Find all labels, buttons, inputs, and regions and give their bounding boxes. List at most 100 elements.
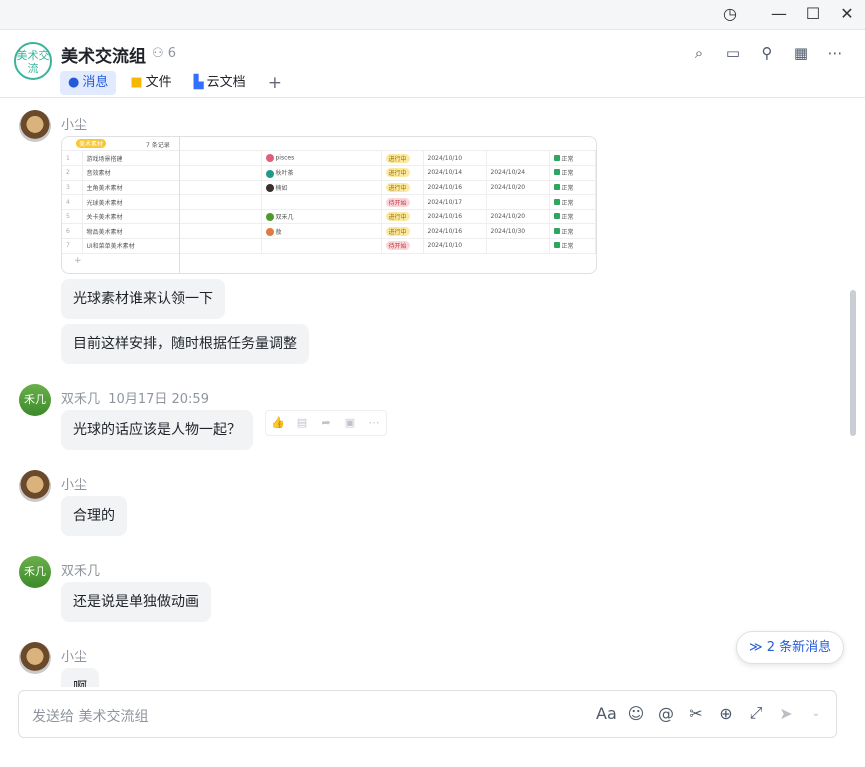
add-tab-button[interactable]: + <box>260 71 290 95</box>
owner-cell <box>261 194 382 210</box>
message-bubble[interactable]: 光球素材谁来认领一下 <box>61 279 225 319</box>
owner-name: 双禾几 <box>275 213 294 221</box>
avatar[interactable] <box>19 642 51 674</box>
end-date: 2024/10/24 <box>486 165 550 181</box>
owner-avatar <box>265 213 274 222</box>
tab-messages[interactable]: ● 消息 <box>60 71 117 95</box>
start-date: 2024/10/14 <box>423 165 487 181</box>
empty-cell <box>179 194 262 210</box>
scrollbar[interactable] <box>850 290 856 436</box>
more-icon[interactable]: ⋯ <box>825 44 845 64</box>
expand-icon[interactable]: ⤢ <box>746 703 766 723</box>
avatar[interactable]: 禾几 <box>19 384 51 416</box>
message-bubble[interactable]: 还是说是单独做动画 <box>61 582 211 622</box>
member-count[interactable]: ⚇ 6 <box>152 46 176 61</box>
end-date: 2024/10/20 <box>486 209 550 225</box>
flag-cell: 正常 <box>549 209 596 225</box>
more-actions-icon[interactable]: ⋯ <box>362 411 386 435</box>
avatar[interactable] <box>19 470 51 502</box>
table-row[interactable]: 4 光球美术素材 待开始 2024/10/17 正常 <box>62 194 596 210</box>
row-number: 3 <box>62 180 83 196</box>
status-badge: 待开始 <box>385 197 410 207</box>
message-bubble[interactable]: 啊 <box>61 668 99 687</box>
add-icon[interactable]: ⊕ <box>716 704 736 723</box>
task-name: 音效素材 <box>82 165 180 181</box>
forward-icon[interactable]: ➦ <box>314 411 338 435</box>
start-date: 2024/10/16 <box>423 209 487 225</box>
screenshot-icon[interactable]: ✂ <box>686 704 706 723</box>
owner-cell: 秋叶茶 <box>261 165 382 181</box>
start-date: 2024/10/17 <box>423 194 487 210</box>
like-icon[interactable]: 👍 <box>266 411 290 435</box>
avatar[interactable]: 禾几 <box>19 556 51 588</box>
row-number: 1 <box>62 151 83 167</box>
owner-cell <box>261 238 382 254</box>
owner-name: 敖 <box>275 228 282 236</box>
checkbox-icon <box>553 154 560 161</box>
group-avatar[interactable]: 美术交流 <box>14 42 52 80</box>
title-bar: ◷ — ☐ ✕ <box>0 0 865 30</box>
task-name: 游戏场景搭建 <box>82 151 180 167</box>
row-number: 7 <box>62 238 83 254</box>
message-bubble[interactable]: 合理的 <box>61 496 127 536</box>
history-icon[interactable]: ◷ <box>718 4 742 26</box>
task-name: 关卡美术素材 <box>82 209 180 225</box>
owner-cell: pisces <box>261 151 382 167</box>
start-date: 2024/10/10 <box>423 151 487 167</box>
add-member-icon[interactable]: ⚲ <box>757 44 777 64</box>
new-messages-button[interactable]: ≫ 2 条新消息 <box>736 631 845 664</box>
close-button[interactable]: ✕ <box>835 4 859 26</box>
send-options-chevron-icon[interactable]: ⌄ <box>806 708 826 719</box>
text-format-icon[interactable]: Aa <box>596 704 617 723</box>
start-date: 2024/10/16 <box>423 180 487 196</box>
end-date <box>486 238 550 254</box>
sender-name: 双禾几 <box>61 564 101 579</box>
owner-avatar <box>265 154 274 163</box>
pin-icon[interactable]: ▣ <box>338 411 362 435</box>
message-bubble[interactable]: 目前这样安排，随时根据任务量调整 <box>61 324 309 364</box>
message-composer[interactable]: 发送给 美术交流组 Aa ☺ @ ✂ ⊕ ⤢ ➤ ⌄ <box>18 690 837 738</box>
owner-avatar <box>265 228 274 237</box>
tab-cloud-docs[interactable]: ▙ 云文档 <box>186 71 254 95</box>
table-row[interactable]: 2 音效素材 秋叶茶 进行中 2024/10/14 2024/10/24 正常 <box>62 165 596 181</box>
status-badge: 进行中 <box>385 212 410 222</box>
calendar-icon[interactable]: ▦ <box>791 44 811 64</box>
maximize-button[interactable]: ☐ <box>801 4 825 26</box>
mention-icon[interactable]: @ <box>656 704 676 723</box>
tab-label: 文件 <box>145 75 172 90</box>
message-icon: ● <box>68 75 80 90</box>
status-cell: 进行中 <box>381 151 424 167</box>
bitable-card[interactable]: 美术素材 7 条记录 1 游戏场景搭建 pisces 进行中 2024/10/1… <box>61 136 597 274</box>
flag-cell: 正常 <box>549 223 596 240</box>
minimize-button[interactable]: — <box>767 4 791 26</box>
empty-cell <box>179 165 262 181</box>
checkbox-icon <box>553 213 560 220</box>
video-call-icon[interactable]: ▭ <box>723 44 743 64</box>
add-row-icon[interactable]: + <box>62 254 596 268</box>
table-row[interactable]: 6 物品美术素材 敖 进行中 2024/10/16 2024/10/30 正常 <box>62 223 596 240</box>
members-icon: ⚇ <box>152 46 168 61</box>
sender-name-text: 双禾几 <box>61 392 101 407</box>
table-row[interactable]: 1 游戏场景搭建 pisces 进行中 2024/10/10 正常 <box>62 151 596 167</box>
table-row[interactable]: 5 关卡美术素材 双禾几 进行中 2024/10/16 2024/10/20 正… <box>62 209 596 225</box>
status-badge: 进行中 <box>385 153 410 163</box>
start-date: 2024/10/10 <box>423 238 487 254</box>
owner-cell: 敖 <box>261 223 382 240</box>
end-date <box>486 151 550 167</box>
flag-text: 正常 <box>561 155 574 163</box>
emoji-icon[interactable]: ☺ <box>626 704 646 723</box>
avatar[interactable] <box>19 110 51 142</box>
tab-files[interactable]: ■ 文件 <box>122 71 179 95</box>
member-count-value: 6 <box>167 46 177 61</box>
message-bubble[interactable]: 光球的话应该是人物一起？ <box>61 410 253 450</box>
flag-cell: 正常 <box>549 194 596 210</box>
checkbox-icon <box>553 242 560 249</box>
send-icon[interactable]: ➤ <box>776 704 796 723</box>
search-icon[interactable]: ⌕ <box>689 44 709 64</box>
row-number: 5 <box>62 209 83 225</box>
table-row[interactable]: 3 主角美术素材 楠如 进行中 2024/10/16 2024/10/20 正常 <box>62 180 596 196</box>
tab-label: 云文档 <box>206 75 246 90</box>
sender-name: 小尘 <box>61 650 88 665</box>
table-row[interactable]: 7 UI和菜单美术素材 待开始 2024/10/10 正常 <box>62 238 596 254</box>
reply-icon[interactable]: ▤ <box>290 411 314 435</box>
